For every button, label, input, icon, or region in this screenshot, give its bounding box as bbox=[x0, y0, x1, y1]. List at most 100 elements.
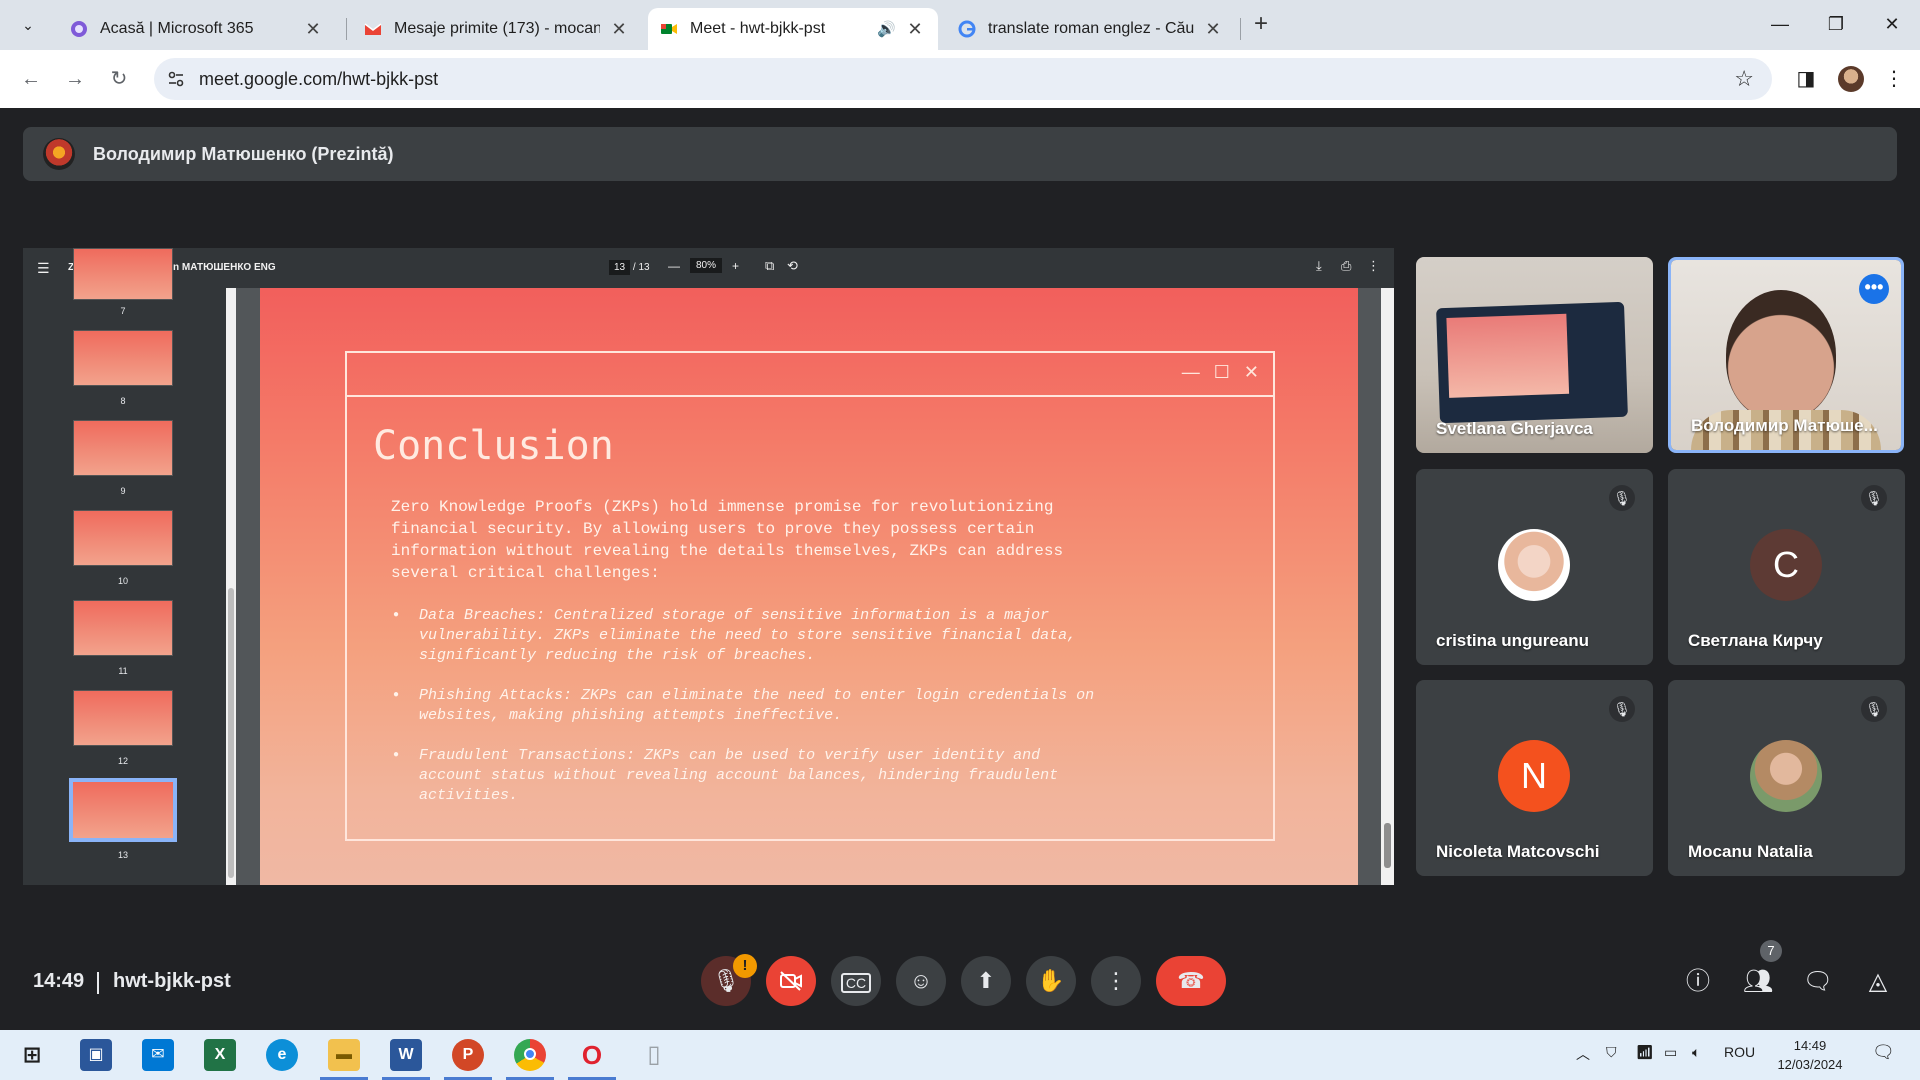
thumbnail-page-current[interactable] bbox=[69, 778, 177, 842]
participant-tile[interactable]: 🎙︎ cristina ungureanu bbox=[1416, 469, 1653, 665]
participant-name: Светлана Кирчу bbox=[1688, 631, 1823, 650]
tab-search-button[interactable]: ⌄ bbox=[10, 9, 46, 41]
people-icon[interactable]: 👥︎ bbox=[1742, 966, 1774, 998]
zoom-in-icon[interactable]: + bbox=[732, 259, 739, 273]
profile-avatar[interactable] bbox=[1838, 66, 1864, 92]
edge-icon[interactable]: e bbox=[266, 1039, 298, 1071]
more-vert-icon[interactable]: ⋮ bbox=[1367, 258, 1380, 274]
participant-name: cristina ungureanu bbox=[1436, 631, 1590, 650]
windows-start-icon[interactable]: ⊞ bbox=[16, 1039, 48, 1071]
new-tab-icon[interactable]: + bbox=[1248, 12, 1274, 38]
word-icon[interactable]: W bbox=[382, 1039, 430, 1080]
chat-icon[interactable]: 🗨︎ bbox=[1802, 966, 1834, 998]
notifications-icon[interactable]: 🗨︎ bbox=[1872, 1042, 1895, 1063]
download-icon[interactable]: ⤓ bbox=[1316, 258, 1322, 274]
reload-icon[interactable]: ↻ bbox=[104, 64, 134, 94]
slide-intro: Zero Knowledge Proofs (ZKPs) hold immens… bbox=[391, 498, 1064, 582]
raise-hand-button[interactable]: ✋ bbox=[1026, 956, 1076, 1006]
captions-icon: CC bbox=[840, 973, 872, 993]
participant-name: Володимир Матюше... bbox=[1691, 416, 1878, 435]
pdf-page-indicator: 13 / 13 bbox=[609, 260, 650, 275]
chevron-up-icon[interactable]: ︿ bbox=[1576, 1044, 1590, 1064]
present-screen-button[interactable]: ⬆ bbox=[961, 956, 1011, 1006]
restore-icon[interactable]: ❐ bbox=[1816, 10, 1856, 38]
zoom-out-icon[interactable]: — bbox=[668, 259, 680, 273]
more-options-icon[interactable]: ••• bbox=[1859, 274, 1889, 304]
tab-gmail[interactable]: Mesaje primite (173) - mocanu ✕ bbox=[352, 8, 642, 50]
speaker-icon[interactable]: 🔊 bbox=[877, 20, 896, 38]
tab-microsoft-365[interactable]: Acasă | Microsoft 365 ✕ bbox=[58, 8, 336, 50]
mail-icon[interactable]: ✉ bbox=[142, 1039, 174, 1071]
gmail-icon bbox=[364, 23, 382, 35]
print-icon[interactable]: ⎙ bbox=[1341, 258, 1351, 274]
activities-icon[interactable]: ◬ bbox=[1862, 966, 1894, 998]
blank-document-icon[interactable]: ▯ bbox=[638, 1039, 670, 1071]
camera-toggle-button[interactable] bbox=[766, 956, 816, 1006]
tab-title: Acasă | Microsoft 365 bbox=[100, 20, 254, 37]
tab-google-search[interactable]: translate roman englez - Căutar ✕ bbox=[946, 8, 1236, 50]
thumbnail-page[interactable] bbox=[73, 690, 173, 746]
warning-badge: ! bbox=[733, 954, 757, 978]
presenter-name: Володимир Матюшенко (Prezintă) bbox=[93, 143, 394, 164]
side-panel-icon[interactable]: ◨ bbox=[1792, 65, 1820, 93]
pdf-page-input[interactable]: 13 bbox=[609, 260, 631, 275]
participant-tile[interactable]: 🎙︎ N Nicoleta Matcovschi bbox=[1416, 680, 1653, 876]
reactions-button[interactable]: ☺ bbox=[896, 956, 946, 1006]
close-icon[interactable]: ✕ bbox=[302, 19, 324, 40]
input-language[interactable]: ROU bbox=[1724, 1044, 1755, 1060]
security-shield-icon[interactable]: ⛉ bbox=[1606, 1044, 1617, 1061]
meeting-info-icon[interactable]: ⓘ bbox=[1682, 966, 1714, 998]
system-clock[interactable]: 14:49 12/03/2024 bbox=[1772, 1036, 1848, 1074]
participant-tile[interactable]: 🎙︎ Mocanu Natalia bbox=[1668, 680, 1905, 876]
battery-icon[interactable]: ▭ bbox=[1664, 1044, 1677, 1061]
camera-off-icon bbox=[780, 971, 802, 991]
chevron-down-icon: ⌄ bbox=[22, 16, 34, 33]
menu-icon[interactable]: ☰ bbox=[37, 260, 50, 277]
window-close-icon[interactable]: ✕ bbox=[1872, 10, 1912, 38]
bookmark-star-icon[interactable]: ☆ bbox=[1734, 66, 1754, 92]
thumbnail-page[interactable] bbox=[73, 330, 173, 386]
thumbnail-page[interactable] bbox=[73, 510, 173, 566]
close-icon[interactable]: ✕ bbox=[1202, 19, 1224, 40]
thumbnail-page[interactable] bbox=[73, 420, 173, 476]
participant-tile-self[interactable]: ••• Володимир Матюше... bbox=[1668, 257, 1904, 453]
opera-icon[interactable]: O bbox=[568, 1039, 616, 1080]
zoom-level[interactable]: 80% bbox=[690, 258, 723, 273]
leave-call-button[interactable]: ☎ bbox=[1156, 956, 1226, 1006]
mic-off-icon: 🎙︎ bbox=[1861, 696, 1887, 722]
rotate-icon[interactable]: ⟲ bbox=[787, 258, 798, 274]
minimize-icon[interactable]: — bbox=[1760, 10, 1800, 38]
people-count-badge: 7 bbox=[1760, 940, 1782, 962]
pdf-zoom-controls: — 80% + bbox=[668, 258, 739, 273]
thumbnail-page[interactable] bbox=[73, 248, 173, 300]
more-options-button[interactable]: ⋮ bbox=[1091, 956, 1141, 1006]
thumbnail-scrollbar[interactable] bbox=[226, 288, 236, 885]
close-icon[interactable]: ✕ bbox=[608, 19, 630, 40]
chrome-icon[interactable] bbox=[506, 1039, 554, 1080]
tab-meet[interactable]: Meet - hwt-bjkk-pst 🔊 ✕ bbox=[648, 8, 938, 50]
file-explorer-icon[interactable]: ▬ bbox=[320, 1039, 368, 1080]
scroll-thumb[interactable] bbox=[1384, 823, 1391, 868]
chrome-menu-icon[interactable]: ⋮ bbox=[1880, 65, 1908, 93]
scroll-thumb[interactable] bbox=[228, 588, 234, 878]
participant-tile[interactable]: Svetlana Gherjavca bbox=[1416, 257, 1653, 453]
back-icon[interactable]: ← bbox=[16, 64, 46, 94]
address-bar[interactable]: meet.google.com/hwt-bjkk-pst ☆ bbox=[154, 58, 1772, 100]
powerpoint-icon[interactable]: P bbox=[444, 1039, 492, 1080]
volume-icon[interactable]: 🔈︎ bbox=[1692, 1044, 1700, 1061]
forward-icon[interactable]: → bbox=[60, 64, 90, 94]
captions-button[interactable]: CC bbox=[831, 956, 881, 1006]
wifi-icon[interactable]: 📶︎ bbox=[1636, 1044, 1654, 1061]
close-icon[interactable]: ✕ bbox=[904, 19, 926, 40]
fit-page-icon[interactable]: ⧉ bbox=[765, 258, 774, 274]
participant-name: Svetlana Gherjavca bbox=[1436, 419, 1593, 438]
thumbnail-page[interactable] bbox=[73, 600, 173, 656]
shared-screen[interactable]: ☰ ZK Proofs Presentation МАТЮШЕНКО ENG 1… bbox=[23, 248, 1394, 885]
site-settings-icon[interactable] bbox=[166, 69, 186, 89]
save-disk-icon[interactable]: ▣ bbox=[80, 1039, 112, 1071]
microsoft-365-icon bbox=[71, 21, 87, 37]
pdf-scrollbar[interactable] bbox=[1381, 288, 1394, 885]
meeting-controls-bar: 14:49 hwt-bjkk-pst 🎙︎ ! CC ☺ ⬆ ✋ ⋮ ☎ ⓘ 7… bbox=[0, 940, 1920, 1030]
excel-icon[interactable]: X bbox=[204, 1039, 236, 1071]
participant-tile[interactable]: 🎙︎ C Светлана Кирчу bbox=[1668, 469, 1905, 665]
